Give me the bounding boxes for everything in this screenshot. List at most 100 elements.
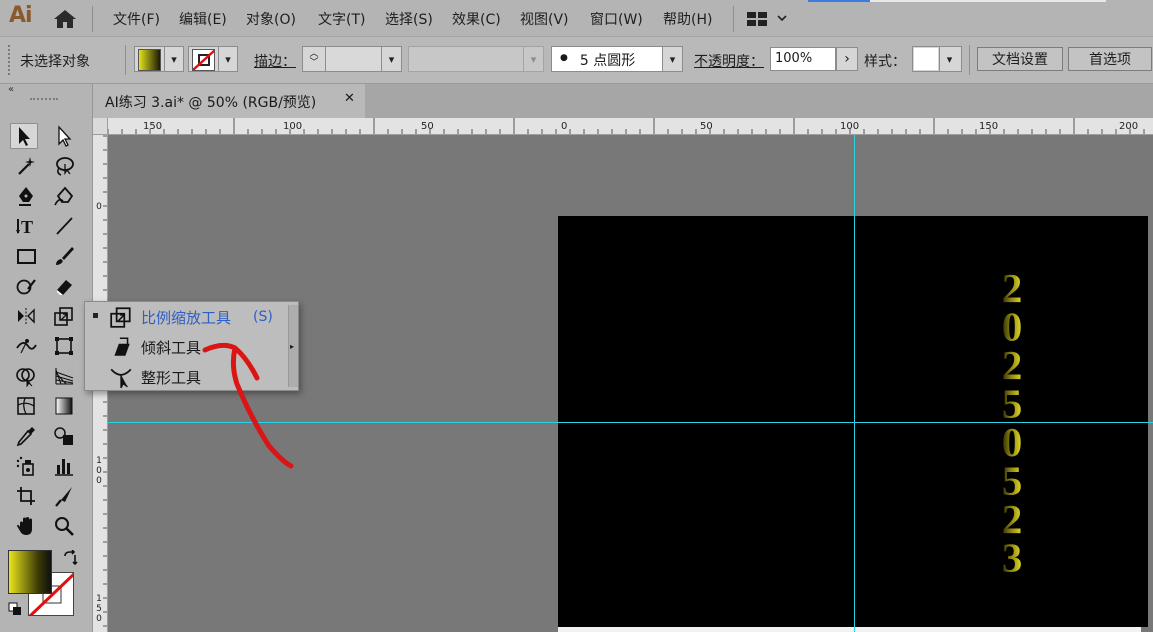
perspective-grid-icon [55, 368, 74, 385]
ruler-label: 50 [700, 121, 713, 132]
reflect-tool[interactable] [12, 303, 40, 329]
close-icon[interactable]: ✕ [344, 91, 355, 106]
menu-effect[interactable]: 效果(C) [452, 9, 501, 29]
ruler-label: 100 [96, 456, 102, 486]
control-divider [125, 45, 126, 75]
mesh-icon [17, 397, 35, 415]
column-graph-tool[interactable] [50, 453, 78, 479]
fill-swatch-dropdown[interactable]: ▾ [134, 46, 184, 72]
brush-definition-dropdown[interactable]: ● 5 点圆形 ▾ [551, 46, 683, 72]
line-segment-tool[interactable] [50, 213, 78, 239]
control-divider [969, 45, 970, 75]
zoom-tool[interactable] [50, 513, 78, 539]
flyout-item-scale[interactable]: 比例缩放工具 (S) [85, 302, 287, 332]
workspace-layout-icon[interactable] [746, 10, 794, 28]
chevron-right-icon[interactable]: › [836, 47, 858, 71]
paintbrush-tool[interactable] [50, 243, 78, 269]
symbol-sprayer-tool[interactable] [12, 453, 40, 479]
panel-grip[interactable] [30, 98, 58, 104]
blend-icon [54, 427, 73, 445]
stepper-icon[interactable]: ︿ ﹀ [303, 47, 326, 71]
free-transform-tool[interactable] [50, 333, 78, 359]
opacity-label: 不透明度： [694, 54, 764, 70]
type-tool[interactable]: T [12, 213, 40, 239]
menu-help[interactable]: 帮助(H) [663, 9, 712, 29]
variable-width-dropdown[interactable]: ▾ [408, 46, 544, 72]
document-tab[interactable]: AI练习 3.ai* @ 50% (RGB/预览) ✕ [93, 84, 365, 118]
fill-swatch [138, 49, 161, 71]
chevron-down-icon: ▾ [939, 47, 959, 71]
menu-divider [733, 6, 734, 32]
menu-type[interactable]: 文字(T) [318, 9, 365, 29]
eyedropper-tool[interactable] [12, 423, 40, 449]
free-transform-icon [55, 337, 73, 355]
chevron-down-icon: ▾ [662, 47, 682, 71]
scale-tool[interactable] [50, 303, 78, 329]
ruler-label: 100 [840, 121, 860, 132]
selection-arrow-icon [19, 127, 30, 146]
home-icon[interactable] [52, 8, 78, 30]
menu-edit[interactable]: 编辑(E) [179, 9, 227, 29]
pen-icon [19, 187, 33, 206]
selected-bullet-icon [93, 313, 98, 318]
grip-handle[interactable] [8, 45, 14, 75]
eraser-tool[interactable] [50, 273, 78, 299]
shaper-tool[interactable] [12, 273, 40, 299]
vertical-type-icon: T [16, 217, 33, 237]
fill-color-swatch-front[interactable] [8, 550, 52, 594]
shape-builder-tool[interactable] [12, 363, 40, 389]
perspective-grid-tool[interactable] [50, 363, 78, 389]
ruler-origin[interactable] [93, 118, 108, 135]
date-digit: 3 [1002, 535, 1023, 577]
hand-tool[interactable] [12, 513, 40, 539]
pen-tool[interactable] [12, 183, 40, 209]
style-dropdown[interactable]: ▾ [912, 46, 962, 72]
document-setup-button[interactable]: 文档设置 [977, 47, 1063, 71]
shape-builder-icon [16, 368, 35, 387]
curvature-tool[interactable] [50, 183, 78, 209]
width-tool[interactable] [12, 333, 40, 359]
direct-selection-tool[interactable] [50, 123, 78, 149]
selection-tool[interactable] [10, 123, 38, 149]
scale-icon [54, 307, 73, 326]
stroke-swatch-dropdown[interactable]: ▾ [188, 46, 238, 72]
ruler-label: 200 [1119, 121, 1139, 132]
flyout-label: 倾斜工具 [141, 338, 202, 357]
default-colors-icon[interactable] [8, 602, 24, 616]
brush-size-label: 5 点圆形 [579, 53, 636, 69]
mesh-tool[interactable] [12, 393, 40, 419]
ruler-label: 150 [979, 121, 999, 132]
horizontal-ruler[interactable]: 150 100 50 0 50 100 150 200 [93, 118, 1153, 135]
menu-select[interactable]: 选择(S) [385, 9, 433, 29]
slice-tool[interactable] [50, 483, 78, 509]
width-tool-icon [16, 339, 37, 354]
blend-tool[interactable] [50, 423, 78, 449]
menu-window[interactable]: 窗口(W) [590, 9, 643, 29]
shear-icon [109, 335, 133, 359]
menu-file[interactable]: 文件(F) [113, 9, 160, 29]
selection-status: 未选择对象 [20, 54, 90, 70]
stroke-weight-field[interactable]: ︿ ﹀ ▾ [302, 46, 402, 72]
ruler-label: 150 [96, 594, 102, 624]
opacity-input[interactable]: 100% [770, 47, 836, 71]
collapse-panel-icon[interactable]: « [8, 84, 14, 95]
swap-fill-stroke-icon[interactable] [62, 549, 78, 566]
preferences-button[interactable]: 首选项 [1068, 47, 1152, 71]
menu-view[interactable]: 视图(V) [520, 9, 569, 29]
hand-icon [17, 517, 32, 535]
menu-object[interactable]: 对象(O) [246, 9, 296, 29]
app-logo: Ai [9, 3, 33, 28]
chevron-down-icon: ▾ [217, 47, 237, 71]
artboard-tool[interactable] [12, 483, 40, 509]
line-segment-icon [56, 217, 73, 235]
gradient-tool[interactable] [50, 393, 78, 419]
flyout-label: 整形工具 [141, 368, 202, 387]
flyout-label: 比例缩放工具 [141, 308, 232, 327]
reflect-icon [18, 308, 35, 324]
direct-selection-arrow-icon [58, 125, 72, 147]
rectangle-tool[interactable] [12, 243, 40, 269]
vertical-guide[interactable] [854, 135, 855, 632]
magic-wand-tool[interactable] [12, 153, 40, 179]
lasso-tool[interactable] [50, 153, 78, 179]
stroke-weight-value[interactable] [326, 47, 381, 71]
